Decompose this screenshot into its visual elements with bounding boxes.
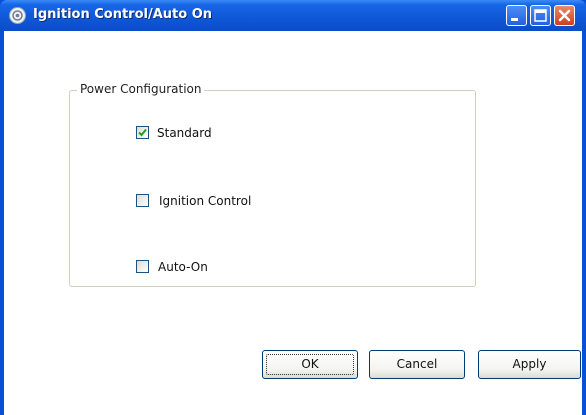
ok-button[interactable]: OK [262, 350, 358, 379]
maximize-icon [534, 9, 547, 22]
ignition-control-label[interactable]: Ignition Control [159, 194, 251, 208]
cancel-button[interactable]: Cancel [369, 350, 465, 379]
settings-gear-icon [9, 7, 26, 24]
auto-on-label[interactable]: Auto-On [158, 260, 208, 274]
auto-on-checkbox[interactable] [136, 260, 149, 273]
title-bar[interactable]: Ignition Control/Auto On [0, 0, 586, 31]
minimize-icon [511, 18, 518, 21]
ok-button-label: OK [301, 357, 319, 371]
close-button[interactable] [554, 5, 575, 26]
standard-label[interactable]: Standard [157, 126, 212, 140]
close-icon [558, 9, 571, 22]
standard-checkbox[interactable] [136, 126, 149, 139]
ignition-control-checkbox[interactable] [136, 194, 149, 207]
minimize-button[interactable] [506, 5, 527, 26]
dialog-window: Ignition Control/Auto On Power Configura… [0, 0, 586, 415]
cancel-button-label: Cancel [396, 357, 438, 371]
group-legend: Power Configuration [77, 82, 205, 96]
power-configuration-group [69, 90, 476, 287]
dialog-client-area: Power Configuration Standard Ignition Co… [4, 31, 582, 415]
apply-button[interactable]: Apply [478, 350, 581, 379]
maximize-button[interactable] [530, 5, 551, 26]
checkmark-icon [138, 128, 147, 137]
window-title: Ignition Control/Auto On [33, 7, 213, 22]
apply-button-label: Apply [512, 357, 547, 371]
